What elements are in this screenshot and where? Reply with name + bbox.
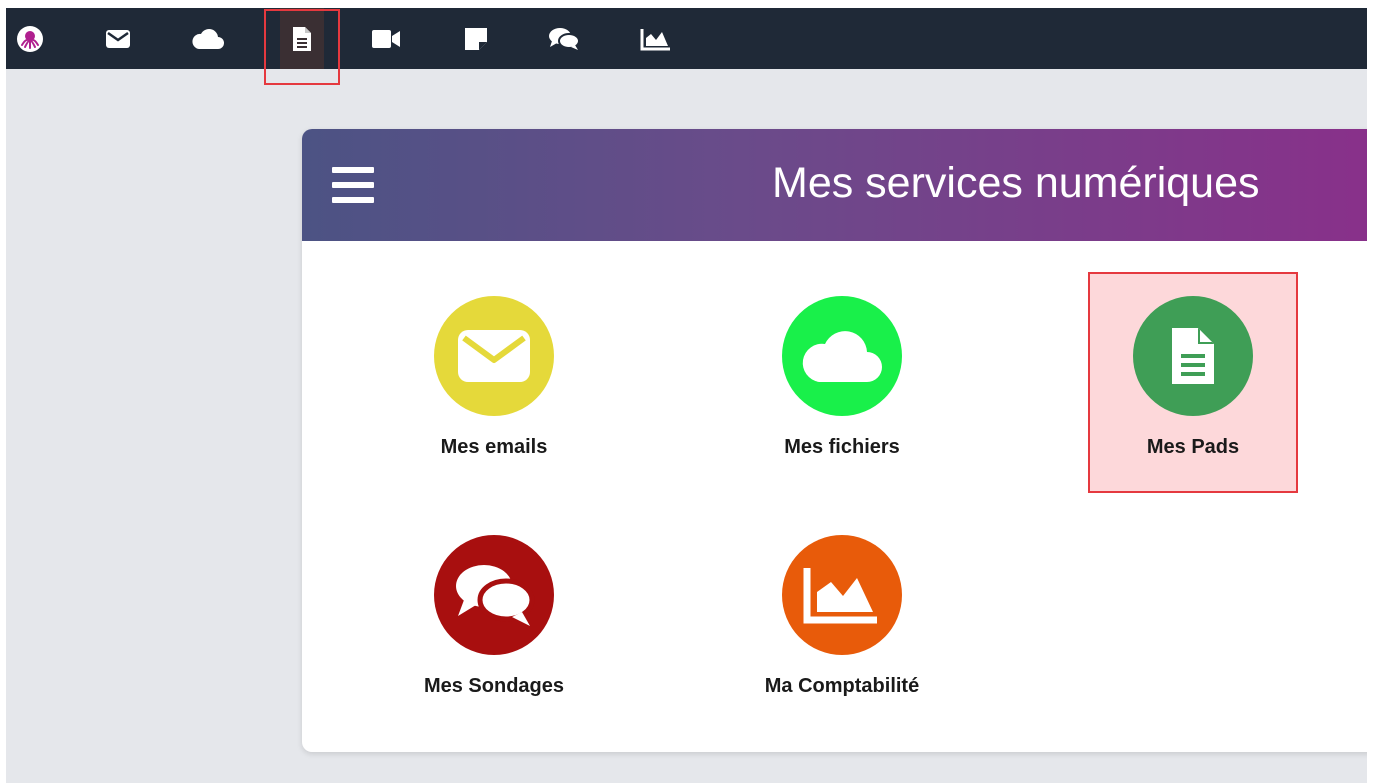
chat-bubbles-icon [549,27,580,50]
nav-video[interactable] [364,8,408,69]
envelope-icon [458,330,530,382]
top-navigation-bar [6,8,1367,69]
service-ma-comptabilite[interactable]: Ma Comptabilité [732,535,952,715]
document-icon [293,26,311,51]
service-mes-pads[interactable]: Mes Pads [1083,296,1303,476]
ma-comptabilite-circle [782,535,902,655]
services-card: Mes services numériques Mes emails Mes f… [302,129,1367,752]
service-label: Mes fichiers [784,436,900,458]
area-chart-icon [803,568,877,624]
nav-polls[interactable] [542,8,586,69]
service-label: Mes Sondages [423,675,565,697]
octopus-logo-icon [17,25,43,52]
nav-notes[interactable] [454,8,498,69]
service-label: Mes emails [440,436,548,458]
cloud-icon [192,28,224,49]
mes-sondages-circle [434,535,554,655]
document-icon [1172,328,1214,384]
chat-bubbles-icon [456,565,535,626]
service-mes-emails[interactable]: Mes emails [384,296,604,476]
cloud-icon [802,331,882,382]
nav-pads[interactable] [280,8,324,69]
service-label: Mes Pads [1146,436,1240,458]
sticky-note-icon [465,27,487,50]
card-header: Mes services numériques [302,129,1367,241]
service-mes-fichiers[interactable]: Mes fichiers [732,296,952,476]
mes-emails-circle [434,296,554,416]
service-label: Ma Comptabilité [764,675,920,697]
app-logo[interactable] [8,8,52,69]
area-chart-icon [640,28,670,50]
service-mes-sondages[interactable]: Mes Sondages [384,535,604,715]
mes-pads-circle [1133,296,1253,416]
nav-accounting[interactable] [634,8,678,69]
video-camera-icon [372,29,400,48]
nav-mail[interactable] [96,8,140,69]
nav-files[interactable] [186,8,230,69]
hamburger-menu-icon[interactable] [332,167,374,203]
app-window: Mes services numériques Mes emails Mes f… [6,8,1367,783]
page-title: Mes services numériques [772,159,1260,207]
mes-fichiers-circle [782,296,902,416]
envelope-icon [106,29,130,48]
